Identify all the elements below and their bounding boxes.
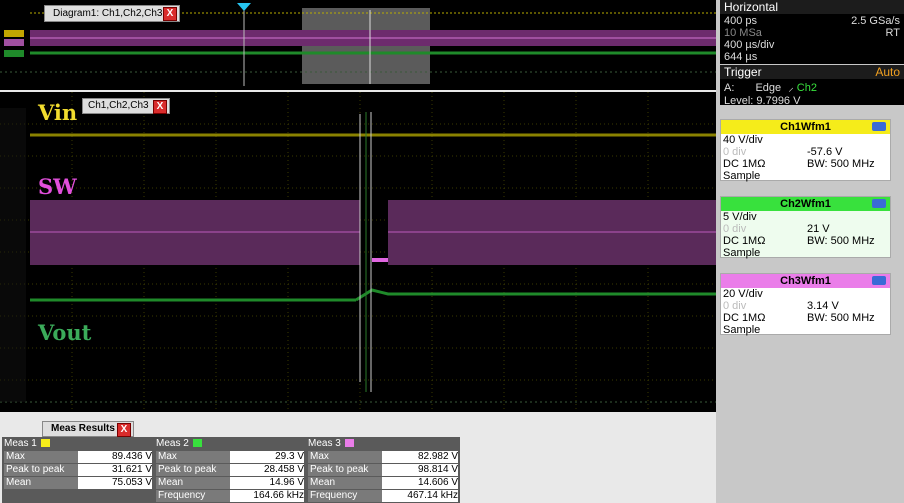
ch3-title-bar: Ch3Wfm1 (721, 274, 890, 288)
ch1-position: 0 div (723, 146, 747, 158)
meas3-label: Frequency (308, 490, 382, 502)
ch1-mode: Sample (723, 170, 761, 182)
meas3-label: Max (308, 451, 382, 463)
display-tab[interactable]: Ch1,Ch2,Ch3 X (82, 98, 170, 114)
meas3-value: 14.606 V (382, 477, 458, 489)
meas1-label: Mean (4, 477, 78, 489)
trigger-title: Trigger (724, 65, 762, 79)
meas2-value: 28.458 V (230, 464, 304, 476)
ch2-title: Ch2Wfm1 (780, 198, 831, 210)
ch3-offset: 3.14 V (807, 300, 839, 312)
trigger-mode: Auto (875, 65, 900, 79)
meas2-label: Frequency (156, 490, 230, 502)
sw-label: SW (38, 174, 77, 199)
ch3-mode: Sample (723, 324, 761, 336)
ch2-mode: Sample (723, 247, 761, 259)
meas2-title: Meas 2 (156, 438, 304, 450)
ch3-scale: 20 V/div (723, 288, 763, 300)
meas2-value: 14.96 V (230, 477, 304, 489)
ch2-badge-icon (192, 439, 202, 448)
ch2-bandwidth: BW: 500 MHz (807, 235, 875, 247)
meas-results-table: Meas 1 Max 89.436 V Peak to peak 31.621 … (2, 437, 460, 503)
meas2-label: Max (156, 451, 230, 463)
meas2-value: 29.3 V (230, 451, 304, 463)
meas3-value: 98.814 V (382, 464, 458, 476)
trigger-type: Edge (755, 82, 782, 94)
minimize-icon[interactable] (872, 122, 886, 131)
ch2-title-bar: Ch2Wfm1 (721, 197, 890, 211)
ch1-bandwidth: BW: 500 MHz (807, 158, 875, 170)
minimize-icon[interactable] (872, 276, 886, 285)
meas1-value: 31.621 V (78, 464, 152, 476)
ch1-title-bar: Ch1Wfm1 (721, 120, 890, 134)
overview-tab[interactable]: Diagram1: Ch1,Ch2,Ch3 X (44, 5, 180, 22)
ch3-marker (4, 39, 24, 46)
ch2-marker (4, 50, 24, 57)
trigger-panel[interactable]: Trigger Auto A: Edge ⸝ Ch2 Level: 9.7996… (720, 65, 904, 107)
ch1-badge-icon (40, 439, 50, 448)
ch3-info-box[interactable]: Ch3Wfm1 20 V/div 0 div 3.14 V DC 1MΩ BW: 5… (720, 273, 891, 336)
close-icon[interactable]: X (153, 100, 167, 114)
meas3-label: Mean (308, 477, 382, 489)
meas3-title: Meas 3 (308, 438, 458, 450)
ch3-coupling: DC 1MΩ (723, 312, 766, 324)
meas2-label: Mean (156, 477, 230, 489)
ch1-marker (4, 30, 24, 37)
close-icon[interactable]: X (117, 423, 131, 437)
ch1-scale: 40 V/div (723, 134, 763, 146)
trigger-level: Level: 9.7996 V (724, 95, 801, 107)
display-tab-label: Ch1,Ch2,Ch3 (88, 100, 149, 111)
ch1-title: Ch1Wfm1 (780, 121, 831, 133)
vout-label: Vout (38, 320, 92, 345)
ch2-scale: 5 V/div (723, 211, 757, 223)
ch1-info-box[interactable]: Ch1Wfm1 40 V/div 0 div -57.6 V DC 1MΩ BW: … (720, 119, 891, 182)
horizontal-panel[interactable]: Horizontal 400 ps 2.5 GSa/s 10 MSa RT 40… (720, 0, 904, 64)
close-icon[interactable]: X (163, 7, 177, 21)
meas2-label: Peak to peak (156, 464, 230, 476)
meas1-label: Peak to peak (4, 464, 78, 476)
trigger-slot: A: (724, 82, 735, 94)
ch3-title: Ch3Wfm1 (780, 275, 831, 287)
sample-rate: 2.5 GSa/s (851, 15, 900, 27)
meas-results-tab[interactable]: Meas Results X (42, 421, 134, 437)
ch1-offset: -57.6 V (807, 146, 843, 158)
ch3-bandwidth: BW: 500 MHz (807, 312, 875, 324)
overview-tab-label: Diagram1: Ch1,Ch2,Ch3 (53, 8, 163, 19)
meas-tab-label: Meas Results (51, 423, 115, 434)
ch2-coupling: DC 1MΩ (723, 235, 766, 247)
ch2-offset: 21 V (807, 223, 830, 235)
ch2-position: 0 div (723, 223, 747, 235)
meas3-label: Peak to peak (308, 464, 382, 476)
ch3-position: 0 div (723, 300, 747, 312)
time-per-div: 400 µs/div (724, 39, 775, 51)
meas3-value: 82.982 V (382, 451, 458, 463)
main-waveform (0, 92, 716, 412)
trigger-source: Ch2 (796, 82, 817, 94)
meas1-value: 75.053 V (78, 477, 152, 489)
minimize-icon[interactable] (872, 199, 886, 208)
vin-label: Vin (38, 100, 78, 125)
meas1-label: Max (4, 451, 78, 463)
ch1-coupling: DC 1MΩ (723, 158, 766, 170)
time-window: 644 µs (724, 51, 758, 63)
meas1-title: Meas 1 (4, 438, 152, 450)
horizontal-title: Horizontal (720, 0, 904, 14)
meas3-value: 467.14 kHz (382, 490, 458, 502)
acq-mode: RT (885, 27, 900, 39)
rising-edge-icon: ⸝ (788, 82, 794, 94)
ch2-info-box[interactable]: Ch2Wfm1 5 V/div 0 div 21 V DC 1MΩ BW: 500 … (720, 196, 891, 259)
meas1-value: 89.436 V (78, 451, 152, 463)
waveform-display[interactable]: Vin SW Vout (0, 92, 716, 412)
trigger-marker-icon (237, 3, 251, 11)
meas2-value: 164.66 kHz (230, 490, 304, 502)
ch3-badge-icon (344, 439, 354, 448)
record-length: 10 MSa (724, 27, 762, 39)
